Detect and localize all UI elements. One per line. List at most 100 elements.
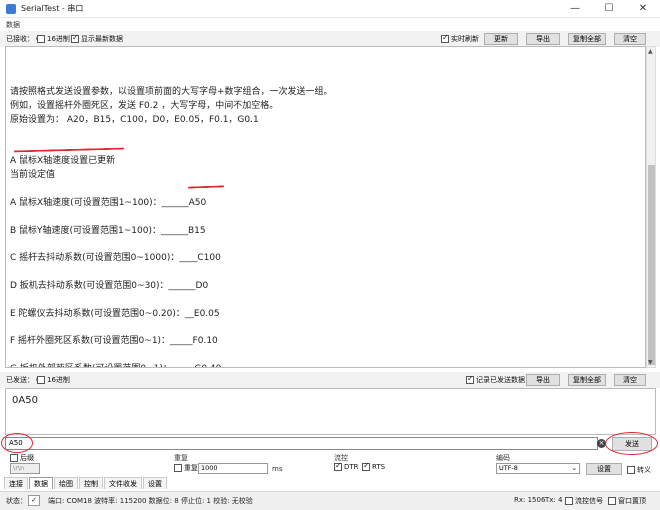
repeat-toggle[interactable]: 重复 (174, 463, 198, 473)
window-title: SerialTest - 串口 (21, 4, 84, 13)
repeat-title: 重复 (174, 454, 188, 462)
received-line: A 鼠标X轴速度(可设置范围1~100)：______A50 (10, 197, 207, 208)
realtime-refresh-toggle[interactable]: 实时刷新 (441, 33, 479, 44)
received-line: F 摇杆外圈死区系数(可设置范围0~1)：_____F0.10 (10, 336, 218, 347)
status-label: 状态： (6, 497, 27, 505)
scroll-down-icon[interactable]: ▼ (648, 359, 653, 366)
always-on-top-label: 窗口置顶 (618, 497, 646, 505)
settings-button[interactable]: 设置 (586, 463, 622, 475)
data-section-label: 数据 (6, 21, 20, 29)
received-counter: 已接收： 0 (6, 34, 40, 44)
maximize-button[interactable]: ☐ (592, 0, 626, 18)
receive-copy-all-button[interactable]: 复制全部 (568, 33, 606, 45)
escape-toggle[interactable]: 转义 (627, 465, 651, 475)
send-hex-label: 16进制 (47, 376, 70, 384)
sent-label: 已发送： (6, 376, 34, 384)
received-line: 原始设置为： A20，B15，C100，D0，E0.05，F0.1，G0.1 (10, 114, 259, 125)
send-clear-button[interactable]: 清空 (614, 374, 646, 386)
tx-count: Tx: 4 (545, 496, 563, 504)
send-hex-toggle[interactable]: 16进制 (37, 375, 70, 385)
receive-hex-label: 16进制 (47, 35, 70, 43)
scroll-up-icon[interactable]: ▲ (648, 48, 653, 55)
app-icon (6, 4, 16, 14)
received-line: G 扳机外部死区系数(可设置范围0~1)：_____G0.40 (10, 361, 221, 367)
repeat-label: 重复 (184, 464, 198, 472)
status-bar: 状态： ✓ 端口: COM18 波特率: 115200 数据位: 8 停止位: … (0, 491, 660, 510)
repeat-unit: ms (272, 465, 283, 473)
checkbox-checked-icon[interactable] (71, 33, 79, 43)
suffix-label: 后缀 (20, 454, 34, 462)
dtr-label: DTR (344, 463, 359, 471)
send-copy-all-button[interactable]: 复制全部 (568, 374, 606, 386)
checkbox-checked-icon[interactable] (466, 374, 474, 384)
receive-text-area[interactable]: 请按照格式发送设置参数，以设置项前面的大写字母+数字组合，一次发送一组。 例如，设… (5, 46, 646, 368)
chevron-down-icon: ⌄ (571, 464, 577, 472)
show-latest-toggle[interactable]: 显示最新数据 (71, 33, 123, 44)
rts-toggle[interactable]: RTS (362, 461, 386, 471)
tab-item[interactable]: 文件收发 (104, 477, 142, 489)
encoding-title: 编码 (496, 454, 510, 462)
received-label: 已接收： (6, 35, 34, 43)
received-line: 例如，设置摇杆外圈死区，发送 F0.2 ，大写字母，中间不加空格。 (10, 100, 279, 111)
receive-toolbar: 已接收： 0 16进制 显示最新数据 实时刷新 更新 导出 复制全部 清空 (0, 31, 660, 47)
receive-export-button[interactable]: 导出 (526, 33, 560, 45)
send-toolbar: 已发送： 0 16进制 记录已发送数据 导出 复制全部 清空 (0, 372, 660, 388)
checkbox-icon[interactable] (10, 454, 18, 462)
send-export-button[interactable]: 导出 (526, 374, 560, 386)
flow-signal-toggle[interactable]: 流控信号 (565, 496, 603, 506)
send-multiline-text: 0A50 (12, 395, 38, 406)
received-line: C 摇杆去抖动系数(可设置范围0~1000)：____C100 (10, 253, 221, 264)
checkbox-icon[interactable] (565, 497, 573, 505)
tab-item[interactable]: 绘图 (54, 477, 78, 489)
title-bar: SerialTest - 串口 — ☐ ✕ (0, 0, 660, 18)
annotation-circle (605, 432, 658, 455)
checkbox-icon[interactable] (174, 464, 182, 472)
received-line: 请按照格式发送设置参数，以设置项前面的大写字母+数字组合，一次发送一组。 (10, 87, 333, 97)
tab-item[interactable]: 设置 (143, 477, 167, 489)
encoding-select[interactable]: UTF-8 ⌄ (496, 463, 580, 474)
rx-count: Rx: 1506 (514, 496, 546, 504)
tab-item[interactable]: 连接 (4, 477, 28, 489)
always-on-top-toggle[interactable]: 窗口置顶 (608, 496, 646, 506)
scroll-thumb[interactable] (648, 165, 655, 365)
checkbox-icon[interactable] (608, 497, 616, 505)
minimize-button[interactable]: — (558, 0, 592, 18)
realtime-refresh-label: 实时刷新 (451, 35, 479, 43)
suffix-input[interactable]: \r\n (10, 463, 40, 474)
repeat-interval-input[interactable]: 1000 (198, 463, 268, 474)
checkbox-checked-icon[interactable] (441, 33, 449, 43)
sent-counter: 已发送： 0 (6, 375, 40, 385)
rts-label: RTS (372, 463, 386, 471)
record-sent-toggle[interactable]: 记录已发送数据 (466, 374, 525, 385)
receive-hex-toggle[interactable]: 16进制 (37, 34, 70, 44)
suffix-toggle[interactable]: 后缀 (10, 453, 34, 463)
tab-item[interactable]: 数据 (29, 477, 53, 489)
checkbox-checked-icon[interactable] (334, 461, 342, 471)
received-line: B 鼠标Y轴速度(可设置范围1~100)：______B15 (10, 225, 206, 236)
checkbox-icon[interactable] (37, 35, 45, 43)
record-sent-label: 记录已发送数据 (476, 376, 525, 384)
received-line: A 鼠标X轴速度设置已更新 (10, 156, 116, 167)
show-latest-label: 显示最新数据 (81, 35, 123, 43)
bottom-tabs: 连接 数据 绘图 控制 文件收发 设置 (4, 477, 168, 491)
connected-check-icon: ✓ (28, 495, 40, 506)
receive-scrollbar[interactable]: ▲ ▼ (646, 46, 656, 368)
received-line: 当前设定值 (10, 170, 56, 181)
flow-signal-label: 流控信号 (575, 497, 603, 505)
port-info: 端口: COM18 波特率: 115200 数据位: 8 停止位: 1 校验: … (48, 497, 253, 505)
send-multiline-area[interactable]: 0A50 (5, 388, 656, 435)
checkbox-icon[interactable] (627, 466, 635, 474)
close-button[interactable]: ✕ (626, 0, 660, 18)
update-button[interactable]: 更新 (484, 33, 518, 45)
checkbox-icon[interactable] (37, 376, 45, 384)
tab-item[interactable]: 控制 (79, 477, 103, 489)
send-input[interactable]: A50 (5, 437, 598, 450)
dtr-toggle[interactable]: DTR (334, 461, 359, 471)
checkbox-checked-icon[interactable] (362, 461, 370, 471)
encoding-value: UTF-8 (499, 464, 518, 472)
received-line: E 陀螺仪去抖动系数(可设置范围0~0.20)：__E0.05 (10, 308, 220, 319)
escape-label: 转义 (637, 466, 651, 474)
annotation-circle (1, 433, 33, 453)
received-line: D 扳机去抖动系数(可设置范围0~30)：______D0 (10, 280, 209, 291)
receive-clear-button[interactable]: 清空 (614, 33, 646, 45)
